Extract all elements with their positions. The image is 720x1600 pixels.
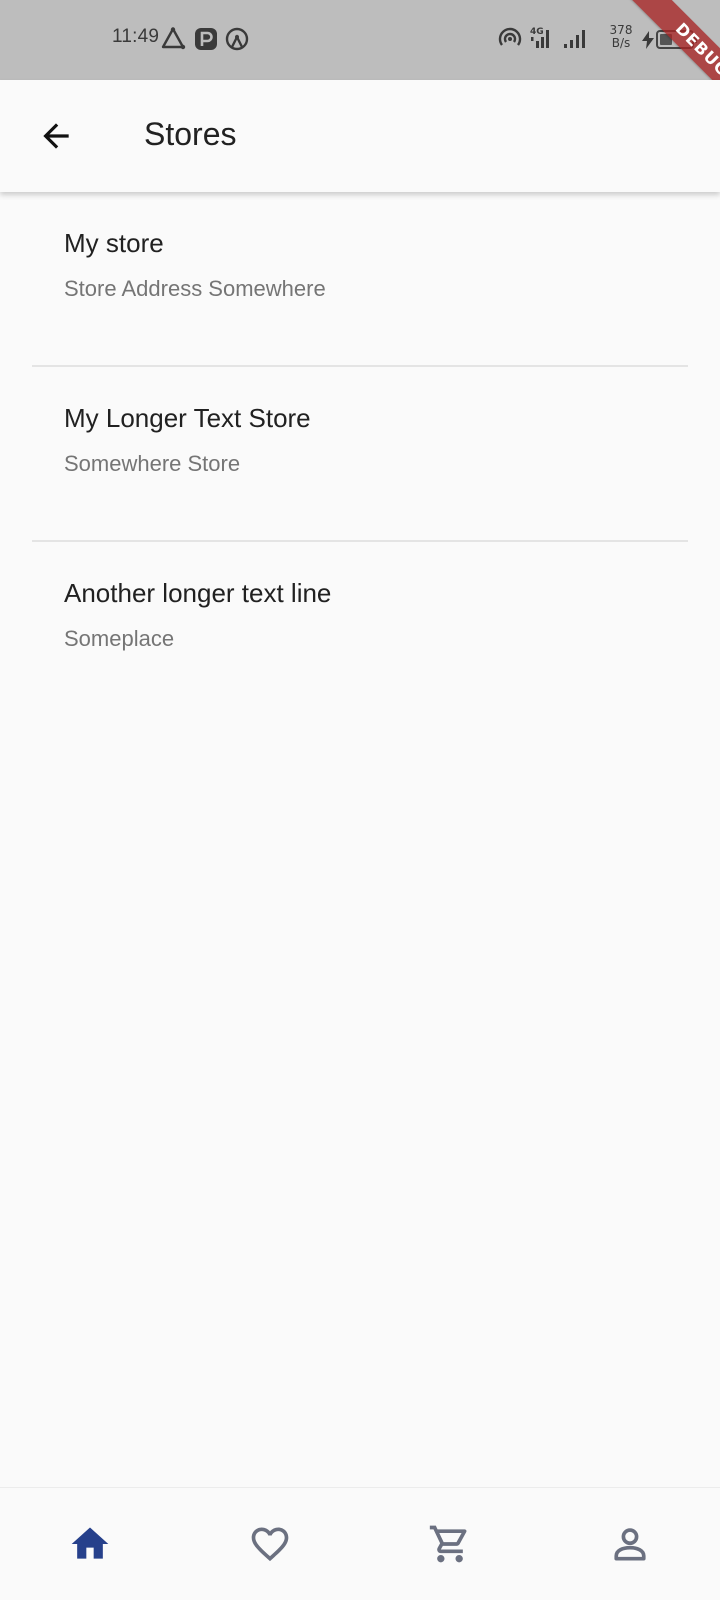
- store-address: Store Address Somewhere: [64, 276, 326, 301]
- page-title: Stores: [144, 116, 237, 152]
- parking-icon: [195, 28, 217, 50]
- bottom-navigation: [0, 1487, 720, 1600]
- battery-icon: [656, 30, 697, 49]
- store-list: My store Store Address Somewhere My Long…: [0, 192, 720, 717]
- battery-level: [660, 34, 672, 45]
- network-speed-unit: B/s: [611, 36, 631, 50]
- hotspot-icon: [225, 27, 249, 51]
- list-item[interactable]: My Longer Text Store Somewhere Store: [0, 367, 720, 542]
- 4g-signal-icon: 4G: [530, 27, 549, 48]
- profile-icon: [614, 1528, 646, 1561]
- store-address: Somewhere Store: [64, 451, 241, 476]
- store-name: My Longer Text Store: [64, 403, 311, 433]
- favorite-icon: [251, 1527, 289, 1562]
- nav-item-favorites[interactable]: [180, 1488, 360, 1600]
- status-bar: 11:49 4G 378 B/s: [0, 0, 720, 80]
- nav-item-profile[interactable]: [540, 1488, 720, 1600]
- charging-icon: [642, 31, 654, 49]
- store-name: My store: [64, 228, 164, 258]
- wifi-call-icon: [498, 27, 522, 46]
- list-item[interactable]: Another longer text line Someplace: [0, 542, 720, 717]
- back-button[interactable]: [28, 108, 84, 164]
- home-icon: [71, 1527, 109, 1559]
- svg-text:4G: 4G: [530, 27, 544, 37]
- status-time: 11:49: [112, 26, 160, 47]
- store-name: Another longer text line: [64, 578, 332, 608]
- nav-item-cart[interactable]: [360, 1488, 540, 1600]
- nav-item-home[interactable]: [0, 1488, 180, 1600]
- network-speed: 378 B/s: [606, 24, 636, 50]
- arrow-back-icon: [43, 123, 69, 149]
- app-bar: Stores: [0, 80, 720, 192]
- triangle-icon: [161, 27, 186, 50]
- list-item[interactable]: My store Store Address Somewhere: [0, 192, 720, 367]
- signal-icon: [564, 30, 585, 48]
- store-address: Someplace: [64, 626, 175, 651]
- cart-icon: [429, 1525, 467, 1563]
